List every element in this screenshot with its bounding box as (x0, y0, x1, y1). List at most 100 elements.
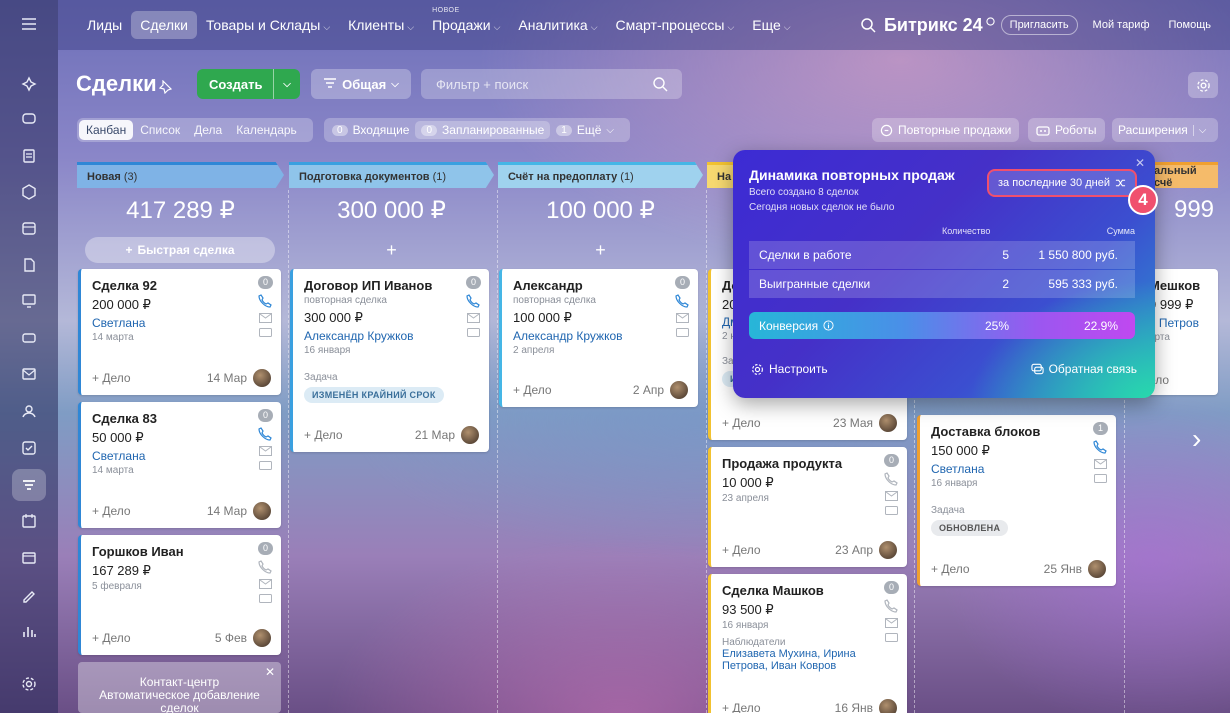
chat-icon[interactable] (675, 328, 689, 339)
phone-icon[interactable] (258, 560, 273, 574)
employees-icon[interactable] (12, 395, 46, 427)
counter-planned[interactable]: 0 Запланированные (415, 121, 551, 139)
phone-icon[interactable] (675, 294, 690, 308)
phone-icon[interactable] (258, 294, 273, 308)
quick-deal-button[interactable]: + Быстрая сделка (85, 237, 275, 263)
chat-icon[interactable] (258, 594, 272, 605)
mail-icon[interactable] (884, 618, 898, 628)
pipeline-select-button[interactable]: Общая ⌵ (311, 69, 411, 99)
deal-card[interactable]: Александр повторная сделка 100 000 ₽ Але… (499, 269, 698, 407)
deal-card[interactable]: Сделка 83 50 000 ₽ Светлана 14 марта 0 +… (78, 402, 281, 528)
nav-more[interactable]: Еще ⌵ (743, 11, 799, 39)
add-deal-plus-icon[interactable]: + (498, 240, 703, 261)
mail-icon[interactable] (884, 491, 898, 501)
shop-icon[interactable] (12, 542, 46, 574)
contact-link[interactable]: я Петров (1149, 316, 1207, 330)
menu-icon[interactable] (12, 8, 46, 40)
feedback-button[interactable]: Обратная связь (1030, 362, 1137, 376)
feed-icon[interactable] (12, 140, 46, 172)
configure-button[interactable]: Настроить (751, 362, 828, 376)
add-deal-plus-icon[interactable]: + (289, 240, 494, 261)
booking-icon[interactable] (12, 505, 46, 537)
avatar[interactable] (461, 426, 479, 444)
chevron-down-icon[interactable]: ⌵ (1192, 124, 1206, 136)
add-activity-button[interactable]: + Дело (722, 416, 761, 430)
tariff-button[interactable]: Мой тариф (1084, 15, 1159, 35)
nav-clients[interactable]: Клиенты ⌵ (339, 11, 423, 39)
mail-icon[interactable] (675, 313, 689, 323)
view-list[interactable]: Список (133, 120, 187, 140)
crm-icon[interactable] (12, 469, 46, 501)
tasks-icon[interactable] (12, 432, 46, 464)
column-header-docs[interactable]: Подготовка документов (1) (289, 162, 494, 188)
mail-icon[interactable] (1093, 459, 1107, 469)
add-activity-button[interactable]: + Дело (92, 504, 131, 518)
phone-icon[interactable] (884, 599, 899, 613)
avatar[interactable] (879, 541, 897, 559)
chat-icon[interactable] (1093, 474, 1107, 485)
pin-icon[interactable] (158, 80, 172, 94)
mail-icon[interactable] (12, 358, 46, 390)
contact-link[interactable]: Светлана (92, 449, 270, 463)
analytics-icon[interactable] (12, 615, 46, 647)
add-activity-button[interactable]: + Дело (722, 543, 761, 557)
info-icon[interactable] (823, 320, 834, 331)
avatar[interactable] (253, 502, 271, 520)
deal-card[interactable]: Договор ИП Иванов повторная сделка 300 0… (290, 269, 489, 452)
ai-icon[interactable] (12, 68, 46, 100)
add-activity-button[interactable]: + Дело (92, 631, 131, 645)
add-activity-button[interactable]: + Дело (304, 428, 343, 442)
contact-link[interactable]: Александр Кружков (304, 329, 478, 343)
gear-icon[interactable] (1188, 72, 1218, 98)
chevron-down-icon[interactable]: ⌵ (273, 69, 300, 99)
robots-button[interactable]: Роботы (1028, 118, 1105, 142)
chat-icon[interactable] (12, 103, 46, 135)
add-activity-button[interactable]: + Дело (513, 383, 552, 397)
drive-icon[interactable] (12, 322, 46, 354)
chat-icon[interactable] (466, 328, 480, 339)
watchers-list[interactable]: Елизавета Мухина, Ирина Петрова, Иван Ко… (722, 648, 872, 672)
chat-icon[interactable] (258, 461, 272, 472)
mail-icon[interactable] (466, 313, 480, 323)
nav-products[interactable]: Товары и Склады ⌵ (197, 11, 339, 39)
phone-icon[interactable] (466, 294, 481, 308)
nav-leads[interactable]: Лиды (78, 11, 131, 39)
brand-logo[interactable]: Битрикс 24 (884, 15, 983, 36)
counter-more[interactable]: 1 Ещё ⌵ (550, 121, 620, 139)
search-icon[interactable] (860, 17, 876, 33)
mail-icon[interactable] (258, 313, 272, 323)
chat-icon[interactable] (258, 328, 272, 339)
mail-icon[interactable] (258, 579, 272, 589)
phone-icon[interactable] (884, 472, 899, 486)
close-icon[interactable]: ✕ (1135, 156, 1145, 170)
calendar-icon[interactable] (12, 212, 46, 244)
extensions-button[interactable]: Расширения ⌵ (1112, 118, 1218, 142)
deal-card[interactable]: Продажа продукта 10 000 ₽ 23 апреля 0 + … (708, 447, 907, 567)
nav-smart-processes[interactable]: Смарт-процессы ⌵ (607, 11, 744, 39)
deal-card[interactable]: Горшков Иван 167 289 ₽ 5 февраля 0 + Дел… (78, 535, 281, 655)
add-activity-button[interactable]: + Дело (931, 562, 970, 576)
contact-link[interactable]: Светлана (931, 462, 1105, 476)
create-button[interactable]: Создать ⌵ (197, 69, 300, 99)
period-select[interactable]: за последние 30 дней (987, 169, 1137, 197)
deal-card[interactable]: Доставка блоков 150 000 ₽ Светлана 16 ян… (917, 415, 1116, 586)
search-input[interactable]: Фильтр + поиск (421, 69, 682, 99)
nav-analytics[interactable]: Аналитика ⌵ (509, 11, 606, 39)
contact-link[interactable]: Светлана (92, 316, 270, 330)
nav-sales[interactable]: НОВОЕ Продажи ⌵ (423, 7, 509, 39)
close-icon[interactable]: ✕ (265, 666, 275, 679)
phone-icon[interactable] (1093, 440, 1108, 454)
boards-icon[interactable] (12, 285, 46, 317)
avatar[interactable] (879, 414, 897, 432)
avatar[interactable] (253, 369, 271, 387)
chat-icon[interactable] (884, 506, 898, 517)
view-kanban[interactable]: Канбан (79, 120, 134, 140)
counter-incoming[interactable]: 0 Входящие (326, 121, 415, 139)
contact-center-banner[interactable]: ✕ Контакт-центр Автоматическое добавлени… (78, 662, 281, 713)
add-activity-button[interactable]: + Дело (92, 371, 131, 385)
column-header-stage5[interactable]: альный счё (1150, 162, 1218, 189)
deal-card[interactable]: Сделка Машков 93 500 ₽ 16 января Наблюда… (708, 574, 907, 713)
column-header-invoice[interactable]: Счёт на предоплату (1) (498, 162, 703, 188)
search-icon[interactable] (652, 76, 668, 92)
nav-deals[interactable]: Сделки (131, 11, 197, 39)
